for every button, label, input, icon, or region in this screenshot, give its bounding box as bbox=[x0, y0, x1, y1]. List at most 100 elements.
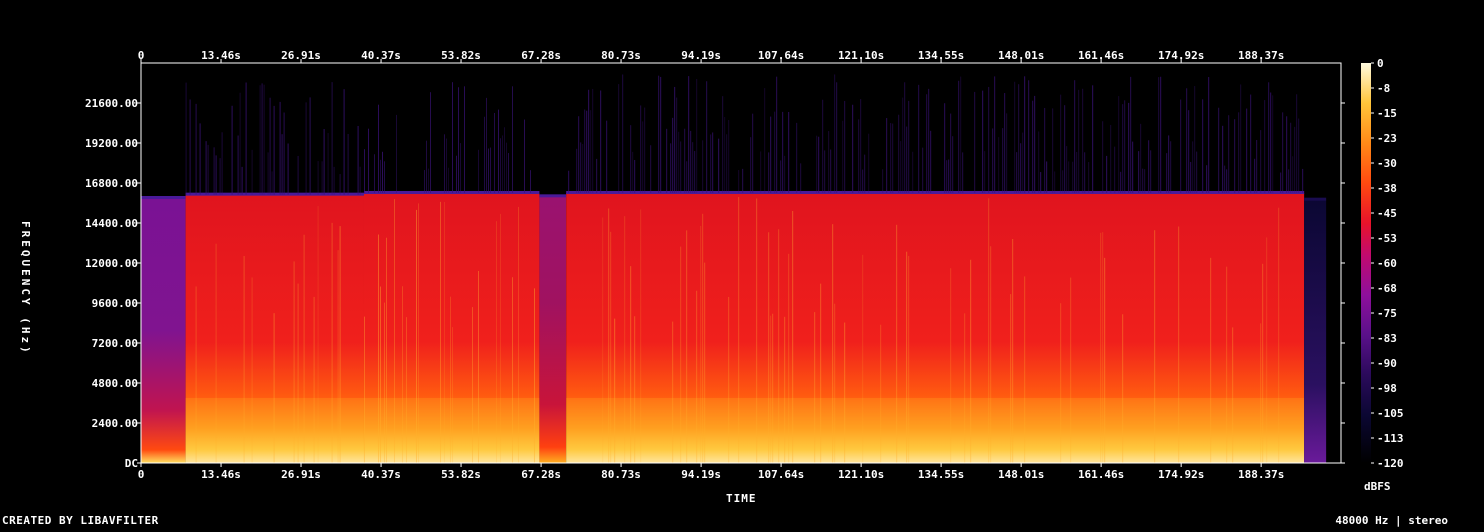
hf-streak bbox=[1128, 102, 1130, 193]
hf-streak bbox=[1150, 150, 1152, 193]
hf-streak bbox=[844, 100, 846, 193]
hf-streak bbox=[207, 144, 209, 195]
colorbar-tick-label: -105 bbox=[1377, 407, 1404, 420]
hf-streak bbox=[1186, 88, 1188, 193]
hf-streak bbox=[952, 136, 954, 193]
hf-streak bbox=[712, 132, 714, 193]
hf-streak bbox=[1106, 155, 1108, 193]
hf-streak bbox=[600, 90, 602, 193]
hf-streak bbox=[974, 91, 976, 193]
hf-streak bbox=[650, 145, 652, 193]
hf-streak bbox=[926, 94, 928, 193]
hf-streak bbox=[584, 109, 586, 193]
hf-streak bbox=[1118, 96, 1120, 193]
hf-streak bbox=[273, 105, 275, 195]
hf-streak bbox=[582, 144, 584, 193]
hf-streak bbox=[1046, 161, 1048, 193]
x-tick-label: 53.82s bbox=[441, 468, 481, 481]
y-tick-label: 2400.00 bbox=[92, 417, 138, 430]
hf-streak bbox=[862, 169, 864, 193]
hf-streak bbox=[1296, 94, 1298, 193]
x-tick-label: 0 bbox=[138, 49, 145, 62]
hf-streak bbox=[1158, 77, 1160, 193]
hf-streak bbox=[948, 159, 950, 193]
hf-streak bbox=[1238, 112, 1240, 193]
hf-streak bbox=[760, 151, 762, 193]
cutoff-band bbox=[363, 191, 540, 194]
hf-streak bbox=[1144, 169, 1146, 193]
hf-streak bbox=[782, 111, 784, 193]
hf-streak bbox=[1062, 170, 1064, 193]
x-tick-label: 26.91s bbox=[281, 49, 321, 62]
colorbar-tick-label: -53 bbox=[1377, 232, 1397, 245]
hf-streak bbox=[457, 87, 459, 193]
colorbar-tick-label: -120 bbox=[1377, 457, 1404, 470]
hf-streak bbox=[1190, 161, 1192, 193]
hf-streak bbox=[644, 107, 646, 193]
x-tick-label: 40.37s bbox=[361, 468, 401, 481]
hf-streak bbox=[1138, 151, 1140, 193]
y-tick-label: 16800.00 bbox=[85, 177, 138, 190]
hf-streak bbox=[373, 154, 375, 193]
hf-streak bbox=[666, 128, 668, 193]
hf-streak bbox=[263, 84, 265, 195]
hf-streak bbox=[487, 148, 489, 193]
hf-streak bbox=[1092, 85, 1094, 193]
hf-streak bbox=[1302, 168, 1304, 193]
hf-streak bbox=[750, 137, 752, 193]
hf-streak bbox=[670, 143, 672, 193]
hf-streak bbox=[588, 89, 590, 193]
y-tick-label: DC bbox=[125, 457, 138, 470]
y-tick-label: 4800.00 bbox=[92, 377, 138, 390]
hf-streak bbox=[237, 135, 239, 195]
hf-streak bbox=[800, 163, 802, 193]
hf-streak bbox=[279, 101, 281, 195]
hf-streak bbox=[261, 83, 263, 195]
hf-streak bbox=[363, 149, 365, 193]
hf-streak bbox=[1002, 128, 1004, 193]
hf-streak bbox=[271, 171, 273, 195]
y-tick-label: 9600.00 bbox=[92, 297, 138, 310]
hf-streak bbox=[425, 140, 427, 193]
x-tick-label: 13.46s bbox=[201, 49, 241, 62]
hf-streak bbox=[1208, 77, 1210, 193]
hf-streak bbox=[1072, 161, 1074, 193]
hf-streak bbox=[333, 166, 335, 195]
hf-streak bbox=[788, 111, 790, 193]
hf-streak bbox=[818, 136, 820, 193]
hf-streak bbox=[912, 151, 914, 193]
hf-streak bbox=[505, 142, 507, 193]
cutoff-band bbox=[141, 196, 186, 199]
hf-streak bbox=[287, 143, 289, 195]
hf-streak bbox=[523, 119, 525, 193]
x-tick-label: 94.19s bbox=[681, 468, 721, 481]
hf-streak bbox=[842, 120, 844, 193]
hf-streak bbox=[706, 81, 708, 193]
hf-streak bbox=[994, 76, 996, 193]
colorbar-tick-label: -60 bbox=[1377, 257, 1397, 270]
x-tick-label: 148.01s bbox=[998, 49, 1044, 62]
hf-streak bbox=[776, 76, 778, 193]
hf-streak bbox=[1218, 107, 1220, 193]
hf-streak bbox=[1142, 168, 1144, 193]
hf-streak bbox=[199, 123, 201, 195]
spectrogram-svg: 0 0 13.46s 13.46s 26.91s 26.91s 40.37s 40.37s 53… bbox=[85, 49, 1404, 481]
hf-streak bbox=[1132, 141, 1134, 193]
hf-streak bbox=[886, 118, 888, 193]
hf-streak bbox=[632, 151, 634, 193]
x-tick-label: 80.73s bbox=[601, 468, 641, 481]
colorbar-tick-label: -45 bbox=[1377, 207, 1397, 220]
hf-streak bbox=[195, 103, 197, 195]
hf-streak bbox=[383, 161, 385, 193]
hf-streak bbox=[864, 154, 866, 193]
hf-streak bbox=[774, 111, 776, 193]
spectrogram-figure: 0 0 13.46s 13.46s 26.91s 26.91s 40.37s 40.37s 53… bbox=[0, 0, 1484, 528]
hf-streak bbox=[576, 148, 578, 193]
colorbar-tick-label: -113 bbox=[1377, 432, 1404, 445]
hf-streak bbox=[317, 161, 319, 195]
x-tick-label: 161.46s bbox=[1078, 49, 1124, 62]
hf-streak bbox=[752, 113, 754, 193]
hf-streak bbox=[241, 166, 243, 195]
hf-streak bbox=[189, 99, 191, 195]
x-tick-label: 121.10s bbox=[838, 468, 884, 481]
